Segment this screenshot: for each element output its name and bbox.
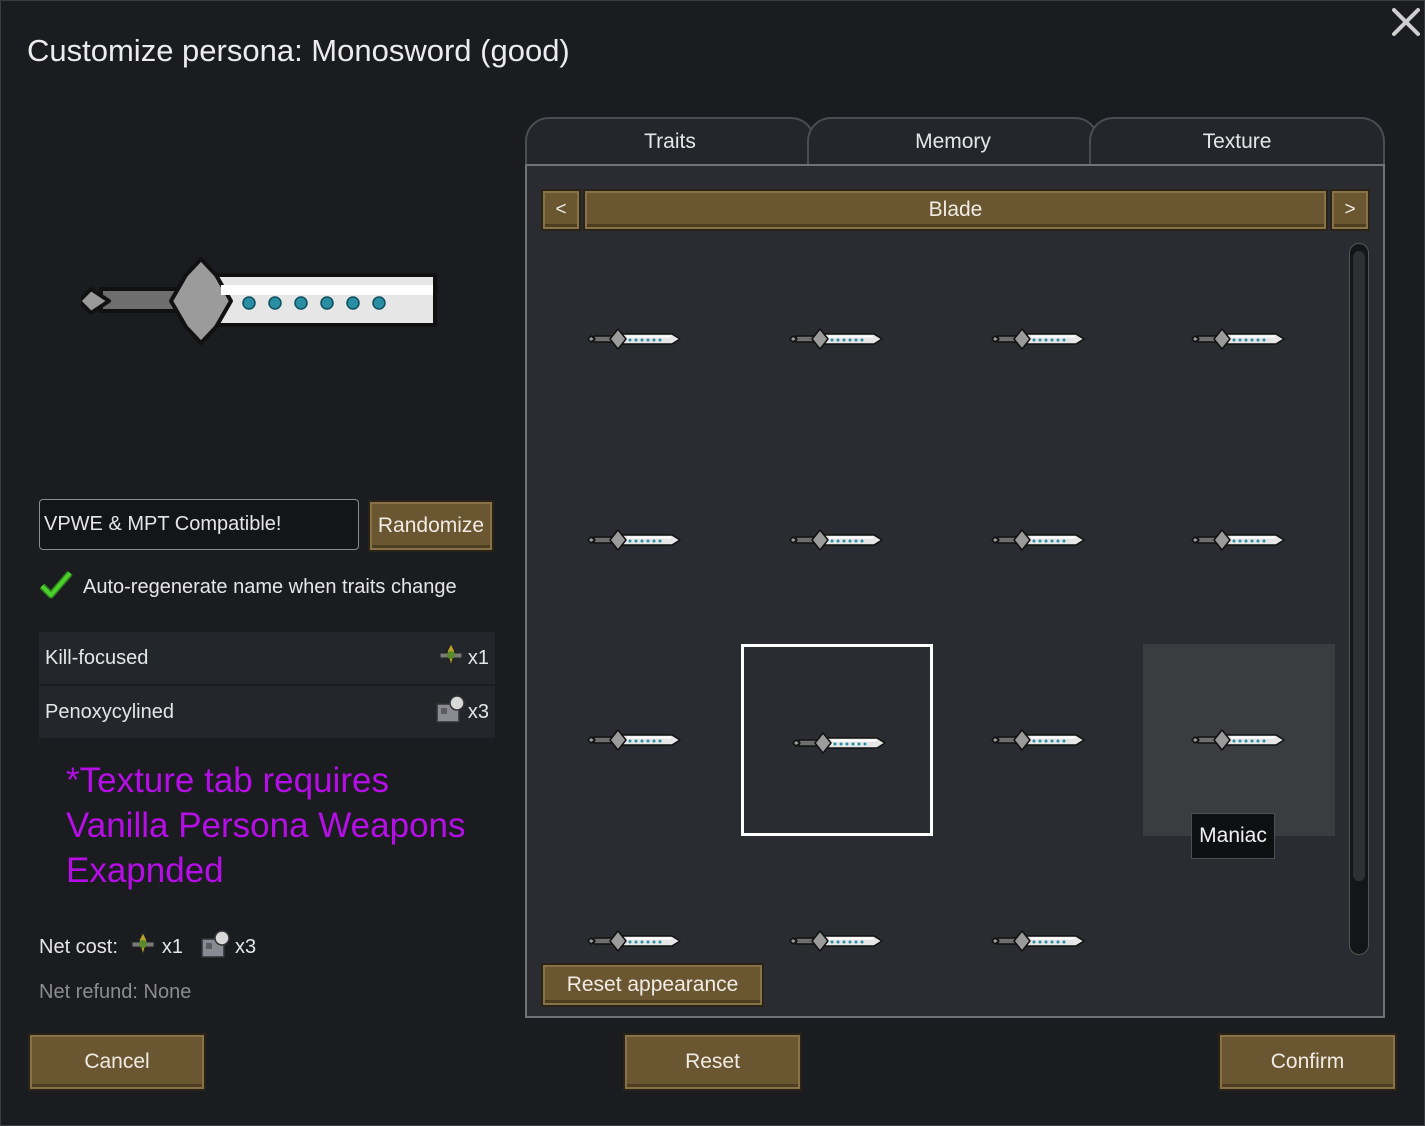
- blade-icon: [991, 328, 1085, 350]
- net-refund: Net refund: None: [39, 981, 192, 1003]
- blade-icon: [1191, 328, 1285, 350]
- blade-texture-option[interactable]: [1143, 444, 1335, 636]
- blade-texture-option[interactable]: [943, 243, 1135, 435]
- tab-texture[interactable]: Texture: [1089, 117, 1385, 165]
- category-label: Blade: [583, 189, 1328, 231]
- blade-texture-option[interactable]: [539, 444, 731, 636]
- tab-traits[interactable]: Traits: [525, 117, 815, 165]
- reset-appearance-button[interactable]: Reset appearance: [541, 963, 764, 1007]
- weapon-name-input[interactable]: [39, 499, 359, 550]
- blade-icon: [587, 729, 681, 751]
- grid-scrollbar-thumb[interactable]: [1353, 251, 1365, 881]
- blade-icon: [587, 930, 681, 952]
- blade-icon: [991, 930, 1085, 952]
- dialog-title: Customize persona: Monosword (good): [27, 33, 570, 68]
- blade-icon: [792, 732, 886, 754]
- weapon-trait-icon: [436, 641, 466, 675]
- randomize-button[interactable]: Randomize: [368, 500, 494, 552]
- texture-requirement-note: *Texture tab requires Vanilla Persona We…: [66, 761, 466, 890]
- weapon-trait-icon: [128, 930, 158, 964]
- hover-tooltip: Maniac: [1191, 813, 1275, 859]
- net-cost-value: x3: [235, 935, 257, 958]
- weapon-preview-image: [77, 249, 451, 364]
- blade-texture-option[interactable]: [1143, 243, 1335, 435]
- blade-icon: [587, 328, 681, 350]
- tab-memory[interactable]: Memory: [807, 117, 1099, 165]
- reset-button[interactable]: Reset: [623, 1033, 802, 1091]
- blade-icon: [1191, 729, 1285, 751]
- trait-cost: x1: [467, 646, 489, 669]
- neural-chip-icon: [434, 694, 466, 730]
- trait-name: Kill-focused: [45, 646, 149, 669]
- blade-icon: [789, 328, 883, 350]
- blade-texture-option[interactable]: [741, 444, 933, 636]
- blade-texture-option[interactable]: [741, 644, 933, 836]
- blade-icon: [991, 729, 1085, 751]
- close-x-icon[interactable]: [1389, 5, 1423, 39]
- blade-texture-option[interactable]: [539, 845, 731, 1037]
- blade-texture-option[interactable]: [1143, 644, 1335, 836]
- blade-texture-option[interactable]: [943, 644, 1135, 836]
- trait-name: Penoxycylined: [45, 700, 174, 723]
- auto-regenerate-label: Auto-regenerate name when traits change: [83, 575, 457, 598]
- blade-texture-option[interactable]: [539, 644, 731, 836]
- blade-icon: [991, 529, 1085, 551]
- customize-persona-dialog: Customize persona: Monosword (good) Rand…: [0, 0, 1425, 1126]
- net-cost-value: x1: [161, 935, 184, 958]
- net-cost: Net cost: x1 x3: [39, 929, 256, 965]
- blade-icon: [789, 930, 883, 952]
- blade-icon: [1191, 529, 1285, 551]
- trait-cost: x3: [467, 700, 489, 723]
- blade-texture-option[interactable]: [943, 845, 1135, 1037]
- trait-row-kill-focused[interactable]: Kill-focused x1: [39, 632, 495, 684]
- trait-row-penoxycylined[interactable]: Penoxycylined x3: [39, 686, 495, 738]
- auto-regenerate-toggle[interactable]: Auto-regenerate name when traits change: [39, 569, 457, 605]
- prev-category-button[interactable]: <: [541, 189, 581, 231]
- blade-texture-option[interactable]: [741, 243, 933, 435]
- net-cost-label: Net cost:: [39, 935, 118, 958]
- blade-texture-option[interactable]: [943, 444, 1135, 636]
- blade-texture-option[interactable]: [741, 845, 933, 1037]
- checkmark-icon: [39, 569, 73, 605]
- neural-chip-icon: [199, 929, 231, 965]
- cancel-button[interactable]: Cancel: [28, 1033, 206, 1091]
- blade-texture-option[interactable]: [539, 243, 731, 435]
- blade-icon: [587, 529, 681, 551]
- blade-icon: [789, 529, 883, 551]
- confirm-button[interactable]: Confirm: [1218, 1033, 1397, 1091]
- next-category-button[interactable]: >: [1330, 189, 1370, 231]
